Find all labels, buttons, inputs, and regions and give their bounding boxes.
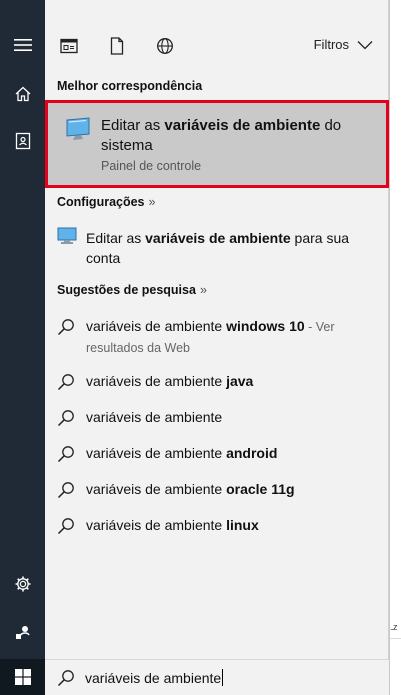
apps-filter-button[interactable] <box>59 36 79 56</box>
desktop-background: ..z <box>389 0 401 695</box>
search-icon <box>57 482 74 499</box>
search-results-panel: Filtros Melhor correspondência Editar as… <box>45 0 389 659</box>
filters-label: Filtros <box>313 37 349 52</box>
settings-result-label: Editar as variáveis de ambiente para sua… <box>86 230 350 266</box>
text-caret <box>222 669 224 686</box>
home-icon <box>15 86 30 102</box>
hamburger-icon <box>13 39 32 51</box>
search-box[interactable]: variáveis de ambiente <box>45 659 389 695</box>
search-icon <box>57 319 74 336</box>
desktop-text-fragment: ..z <box>390 622 397 632</box>
gear-icon <box>15 576 30 592</box>
suggestion-item[interactable]: variáveis de ambiente linux <box>45 515 389 539</box>
suggestion-item[interactable]: variáveis de ambiente oracle 11g <box>45 479 389 503</box>
settings-heading[interactable]: Configurações» <box>57 195 155 209</box>
globe-icon <box>157 38 173 54</box>
best-match-heading: Melhor correspondência <box>57 79 203 93</box>
notebook-button[interactable] <box>0 119 45 163</box>
notebook-icon <box>15 132 30 150</box>
documents-filter-button[interactable] <box>107 36 127 56</box>
filter-bar: Filtros <box>45 26 389 66</box>
feedback-button[interactable] <box>0 610 45 654</box>
document-icon <box>110 37 124 55</box>
best-match-subtitle: Painel de controle <box>101 159 202 173</box>
settings-result[interactable]: Editar as variáveis de ambiente para sua… <box>45 222 389 270</box>
search-icon <box>57 670 74 687</box>
suggestion-item[interactable]: variáveis de ambiente android <box>45 443 389 467</box>
left-rail <box>0 0 45 695</box>
chevron-right-icon: » <box>148 195 156 209</box>
windows-logo-icon <box>14 669 31 685</box>
settings-button[interactable] <box>0 562 45 606</box>
suggestions-heading[interactable]: Sugestões de pesquisa» <box>57 283 207 297</box>
divider <box>390 638 401 639</box>
home-button[interactable] <box>0 72 45 116</box>
app-window-icon <box>60 38 78 54</box>
best-match-result[interactable]: Editar as variáveis de ambiente do siste… <box>45 100 389 188</box>
search-icon <box>57 518 74 535</box>
start-button[interactable] <box>0 659 45 695</box>
search-icon <box>57 410 74 427</box>
search-icon <box>57 446 74 463</box>
chevron-right-icon: » <box>199 283 207 297</box>
web-filter-button[interactable] <box>155 36 175 56</box>
search-input[interactable]: variáveis de ambiente <box>85 669 224 686</box>
best-match-title: Editar as variáveis de ambiente do siste… <box>101 117 342 154</box>
feedback-icon <box>15 626 30 640</box>
filters-dropdown[interactable]: Filtros <box>314 37 373 52</box>
suggestion-item[interactable]: variáveis de ambiente java <box>45 371 389 395</box>
suggestion-item[interactable]: variáveis de ambiente <box>45 407 389 431</box>
search-icon <box>57 374 74 391</box>
system-monitor-icon <box>66 117 90 140</box>
chevron-down-icon <box>357 40 373 49</box>
suggestion-item[interactable]: variáveis de ambiente windows 10 - Ver r… <box>45 316 389 356</box>
menu-button[interactable] <box>0 23 45 67</box>
system-monitor-icon <box>57 227 77 244</box>
